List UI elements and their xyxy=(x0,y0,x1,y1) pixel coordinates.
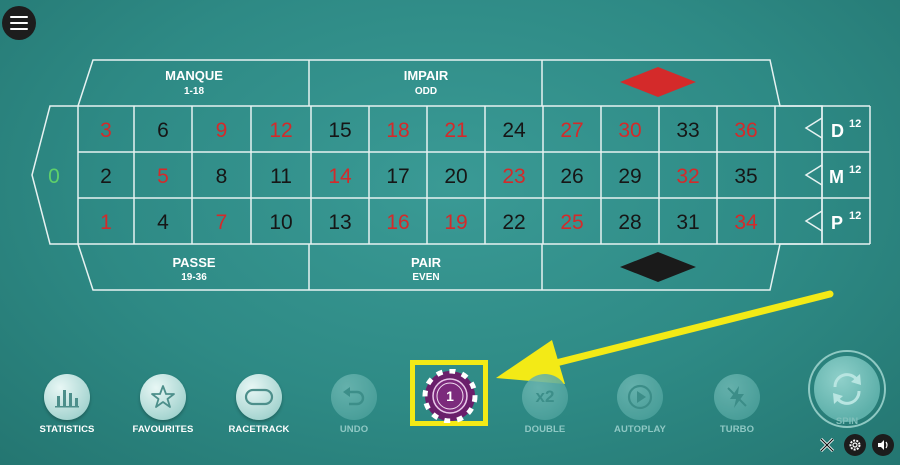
double-button[interactable]: x2 DOUBLE xyxy=(505,374,585,435)
number-3[interactable]: 3 xyxy=(100,119,112,142)
favourites-label: FAVOURITES xyxy=(132,424,194,435)
number-31[interactable]: 31 xyxy=(676,211,699,234)
number-21[interactable]: 21 xyxy=(444,119,467,142)
bet-passe-title: PASSE xyxy=(172,255,215,270)
dozen-top-sup: 12 xyxy=(849,118,861,130)
number-14[interactable]: 14 xyxy=(328,165,352,188)
number-28[interactable]: 28 xyxy=(618,211,641,234)
number-20[interactable]: 20 xyxy=(444,165,467,188)
dozen-middle-sup: 12 xyxy=(849,164,861,176)
number-33[interactable]: 33 xyxy=(676,119,699,142)
favourites-button[interactable]: FAVOURITES xyxy=(123,374,203,435)
number-15[interactable]: 15 xyxy=(328,119,351,142)
number-10[interactable]: 10 xyxy=(269,211,292,234)
number-4[interactable]: 4 xyxy=(157,211,169,234)
number-7[interactable]: 7 xyxy=(216,211,228,234)
undo-label: UNDO xyxy=(339,424,369,435)
number-34[interactable]: 34 xyxy=(734,211,758,234)
number-8[interactable]: 8 xyxy=(216,165,228,188)
racetrack-label: RACETRACK xyxy=(228,424,290,435)
number-9[interactable]: 9 xyxy=(216,119,228,142)
autoplay-button[interactable]: AUTOPLAY xyxy=(600,374,680,435)
number-12[interactable]: 12 xyxy=(269,119,292,142)
number-25[interactable]: 25 xyxy=(560,211,583,234)
statistics-button[interactable]: STATISTICS xyxy=(27,374,107,435)
dozen-middle-letter: M xyxy=(829,167,844,187)
dozen-top[interactable]: D 12 xyxy=(804,117,861,141)
turbo-button[interactable]: TURBO xyxy=(697,374,777,435)
number-22[interactable]: 22 xyxy=(502,211,525,234)
number-17[interactable]: 17 xyxy=(386,165,409,188)
dozen-bottom-letter: P xyxy=(831,213,843,233)
star-icon xyxy=(140,374,186,420)
number-26[interactable]: 26 xyxy=(560,165,583,188)
bet-manque[interactable] xyxy=(93,60,309,106)
turbo-icon xyxy=(714,374,760,420)
undo-button[interactable]: UNDO xyxy=(314,374,394,435)
settings-icon[interactable] xyxy=(844,434,866,456)
number-13[interactable]: 13 xyxy=(328,211,351,234)
double-icon: x2 xyxy=(522,374,568,420)
close-icon[interactable] xyxy=(816,434,838,456)
bet-manque-title: MANQUE xyxy=(165,68,223,83)
undo-icon xyxy=(331,374,377,420)
number-35[interactable]: 35 xyxy=(734,165,757,188)
autoplay-label: AUTOPLAY xyxy=(613,424,666,435)
bet-pair-title: PAIR xyxy=(411,255,442,270)
bet-impair[interactable] xyxy=(309,60,542,106)
number-19[interactable]: 19 xyxy=(444,211,467,234)
bet-pair-sub: EVEN xyxy=(412,272,439,283)
number-23[interactable]: 23 xyxy=(502,165,525,188)
bet-manque-sub: 1-18 xyxy=(184,86,204,97)
annotation-arrow xyxy=(496,290,834,384)
turbo-label: TURBO xyxy=(719,424,755,435)
bet-black-diamond[interactable] xyxy=(620,252,696,282)
dozen-middle[interactable]: M 12 xyxy=(804,164,861,187)
number-16[interactable]: 16 xyxy=(386,211,409,234)
number-6[interactable]: 6 xyxy=(157,119,169,142)
number-5[interactable]: 5 xyxy=(157,165,169,188)
bar-chart-icon xyxy=(44,374,90,420)
bet-red-diamond[interactable] xyxy=(620,67,696,97)
number-29[interactable]: 29 xyxy=(618,165,641,188)
number-30[interactable]: 30 xyxy=(618,119,641,142)
racetrack-icon xyxy=(236,374,282,420)
dozen-top-letter: D xyxy=(831,121,844,141)
statistics-label: STATISTICS xyxy=(39,424,95,435)
chip-selector[interactable]: 1 xyxy=(420,368,480,424)
spin-label: SPIN xyxy=(835,416,859,427)
bet-impair-sub: ODD xyxy=(415,86,437,97)
corner-toolbar xyxy=(816,434,894,456)
chip-value: 1 xyxy=(446,388,454,404)
autoplay-icon xyxy=(617,374,663,420)
number-18[interactable]: 18 xyxy=(386,119,409,142)
number-24[interactable]: 24 xyxy=(502,119,526,142)
bet-impair-title: IMPAIR xyxy=(404,68,449,83)
bet-passe-sub: 19-36 xyxy=(181,272,207,283)
number-11[interactable]: 11 xyxy=(270,165,292,188)
sound-icon[interactable] xyxy=(872,434,894,456)
number-36[interactable]: 36 xyxy=(734,119,757,142)
number-1[interactable]: 1 xyxy=(100,211,112,234)
spin-icon xyxy=(814,356,880,422)
double-label: DOUBLE xyxy=(524,424,566,435)
racetrack-button[interactable]: RACETRACK xyxy=(219,374,299,435)
number-32[interactable]: 32 xyxy=(676,165,699,188)
number-27[interactable]: 27 xyxy=(560,119,583,142)
number-zero[interactable]: 0 xyxy=(48,165,60,188)
dozen-bottom[interactable]: P 12 xyxy=(804,210,861,233)
dozen-bottom-sup: 12 xyxy=(849,210,861,222)
number-2[interactable]: 2 xyxy=(100,165,112,188)
